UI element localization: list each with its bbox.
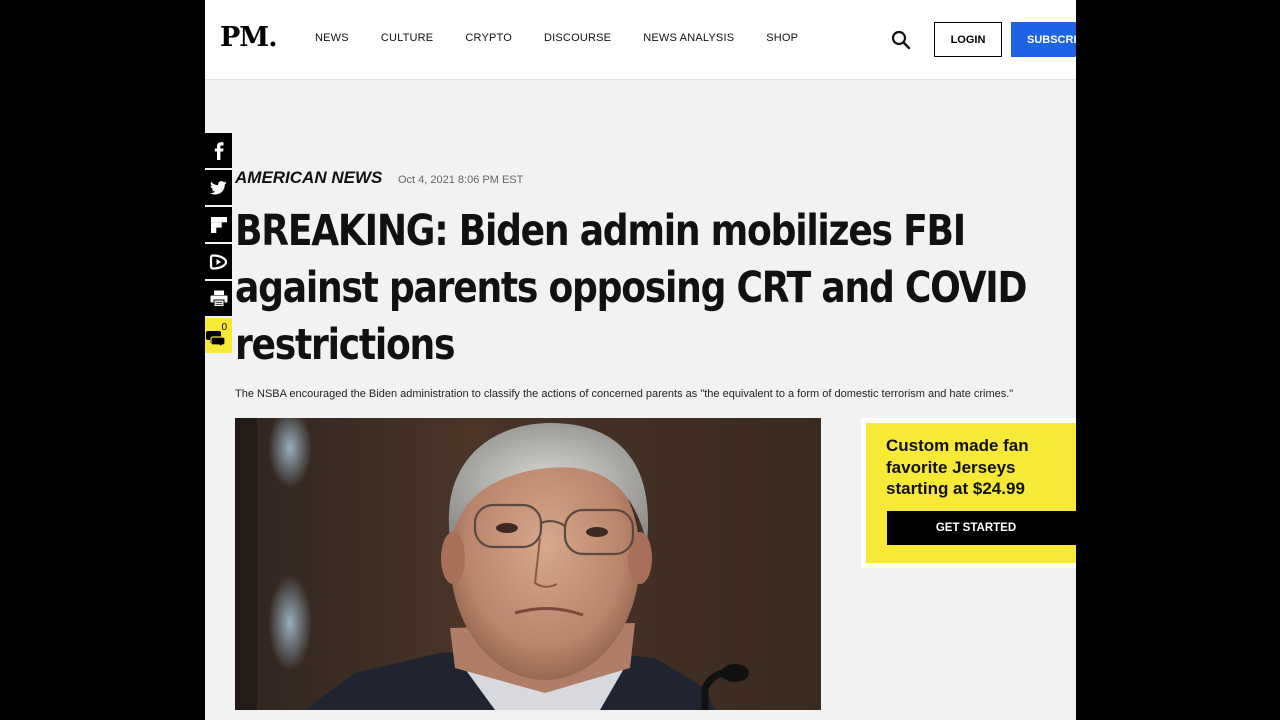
ad-text-line: favorite Jerseys: [886, 457, 1016, 477]
share-bar: 0: [205, 133, 233, 355]
article-category[interactable]: AMERICAN NEWS: [235, 168, 382, 188]
headline-line: against parents opposing CRT and COVID: [235, 263, 1027, 313]
print-icon: [210, 290, 227, 307]
ad-banner[interactable]: Custom made fan favorite Jerseys startin…: [861, 418, 1076, 568]
ad-text-line: starting at $24.99: [886, 479, 1025, 498]
ad-panel: Custom made fan favorite Jerseys startin…: [866, 423, 1076, 563]
flipboard-share-button[interactable]: [205, 207, 232, 242]
nav-discourse[interactable]: DISCOURSE: [544, 32, 611, 44]
facebook-icon: [214, 141, 224, 160]
nav-news-analysis[interactable]: NEWS ANALYSIS: [643, 32, 734, 44]
headline-line: BREAKING: Biden admin mobilizes FBI: [235, 206, 966, 256]
flipboard-icon: [210, 216, 227, 233]
twitter-icon: [210, 180, 227, 195]
rumble-icon: [209, 253, 227, 270]
search-icon[interactable]: [891, 30, 911, 50]
nav-shop[interactable]: SHOP: [766, 32, 798, 44]
rumble-share-button[interactable]: [205, 244, 232, 279]
comment-count: 0: [221, 322, 227, 333]
article-date: Oct 4, 2021 8:06 PM EST: [398, 174, 524, 186]
ad-text: Custom made fan favorite Jerseys startin…: [886, 435, 1076, 500]
article-photo: [235, 418, 821, 710]
login-button[interactable]: LOGIN: [934, 22, 1002, 57]
twitter-share-button[interactable]: [205, 170, 232, 205]
article-subtitle: The NSBA encouraged the Biden administra…: [235, 388, 1014, 400]
page: PM. NEWS CULTURE CRYPTO DISCOURSE NEWS A…: [205, 0, 1076, 720]
print-button[interactable]: [205, 281, 232, 316]
ad-text-line: Custom made fan: [886, 436, 1029, 455]
facebook-share-button[interactable]: [205, 133, 232, 168]
comments-button[interactable]: 0: [205, 318, 232, 353]
site-header: PM. NEWS CULTURE CRYPTO DISCOURSE NEWS A…: [205, 0, 1076, 80]
headline-line: restrictions: [235, 320, 455, 370]
subscribe-button[interactable]: SUBSCRIBE: [1011, 22, 1076, 57]
article-headline: BREAKING: Biden admin mobilizes FBI agai…: [235, 203, 1067, 374]
main-nav: NEWS CULTURE CRYPTO DISCOURSE NEWS ANALY…: [315, 32, 830, 44]
site-logo[interactable]: PM.: [220, 22, 278, 53]
nav-culture[interactable]: CULTURE: [381, 32, 434, 44]
portrait-photo: [235, 418, 821, 710]
get-started-button[interactable]: GET STARTED: [887, 511, 1076, 545]
nav-news[interactable]: NEWS: [315, 32, 349, 44]
nav-crypto[interactable]: CRYPTO: [465, 32, 512, 44]
